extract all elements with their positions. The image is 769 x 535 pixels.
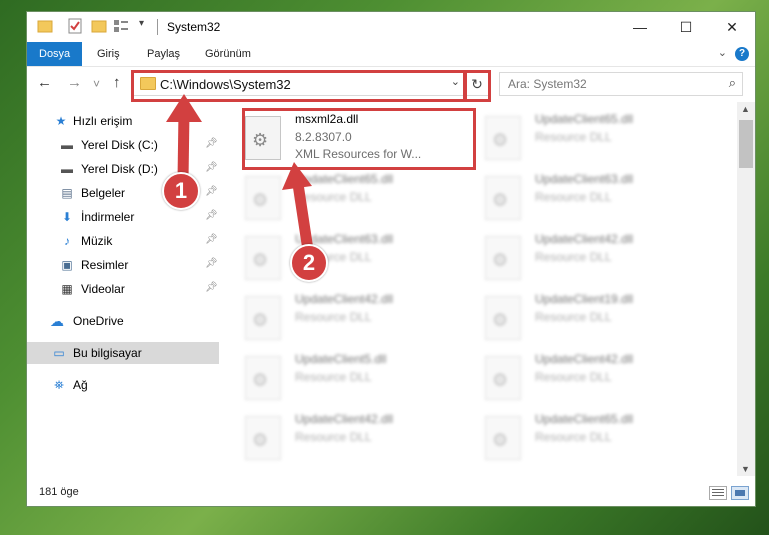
arrow-1-head bbox=[166, 94, 202, 122]
annotation-arrows bbox=[166, 94, 314, 251]
arrow-1 bbox=[177, 111, 190, 181]
step-1-badge: 1 bbox=[162, 172, 200, 210]
arrow-2-head bbox=[282, 162, 312, 190]
step-2-badge: 2 bbox=[290, 244, 328, 282]
arrow-2 bbox=[292, 183, 314, 251]
